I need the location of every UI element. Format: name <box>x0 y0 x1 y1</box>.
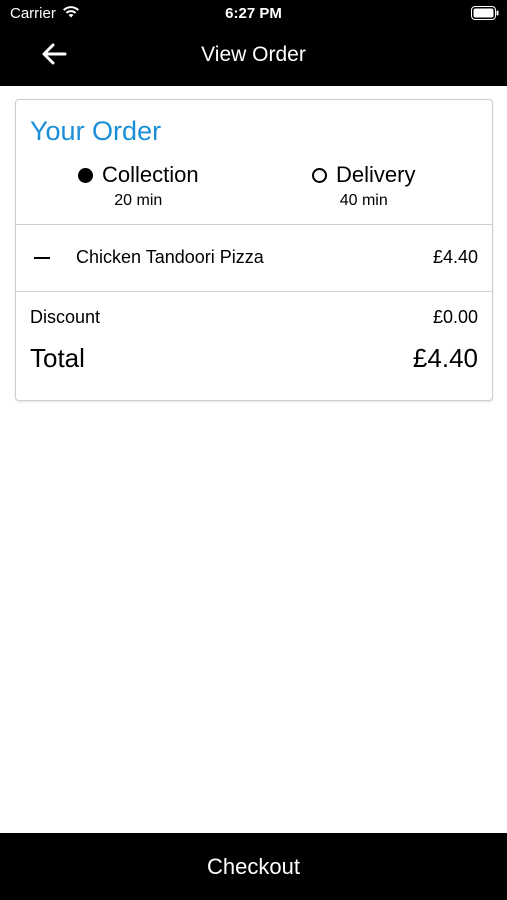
remove-item-button[interactable] <box>34 248 52 268</box>
total-value: £4.40 <box>412 343 478 373</box>
checkout-label: Checkout <box>207 853 300 879</box>
collection-option[interactable]: Collection 20 min <box>78 162 199 210</box>
radio-unselected-icon[interactable] <box>312 167 327 183</box>
battery-icon <box>471 6 499 20</box>
radio-selected-icon[interactable] <box>78 167 93 183</box>
total-label: Total <box>30 343 85 373</box>
order-card: Your Order Collection 20 min Delivery 40… <box>15 99 493 401</box>
collection-time: 20 min <box>114 192 163 209</box>
navigation-bar: View Order <box>0 28 507 86</box>
checkout-button[interactable]: Checkout <box>0 833 507 900</box>
status-bar: Carrier 6:27 PM <box>0 0 507 28</box>
delivery-label: Delivery <box>336 162 416 187</box>
collection-label: Collection <box>102 162 199 187</box>
order-title: Your Order <box>30 116 162 146</box>
status-time: 6:27 PM <box>225 5 282 22</box>
item-name: Chicken Tandoori Pizza <box>76 247 264 267</box>
delivery-option[interactable]: Delivery 40 min <box>312 162 415 210</box>
item-price: £4.40 <box>432 247 478 267</box>
discount-label: Discount <box>30 307 101 327</box>
delivery-time: 40 min <box>339 192 388 209</box>
discount-value: £0.00 <box>432 307 478 327</box>
order-item-row: Chicken Tandoori Pizza £4.40 <box>16 225 492 291</box>
divider <box>16 291 492 292</box>
top-bar: Carrier 6:27 PM View Order <box>0 0 507 86</box>
minus-icon <box>34 257 50 259</box>
page-title: View Order <box>201 43 306 66</box>
